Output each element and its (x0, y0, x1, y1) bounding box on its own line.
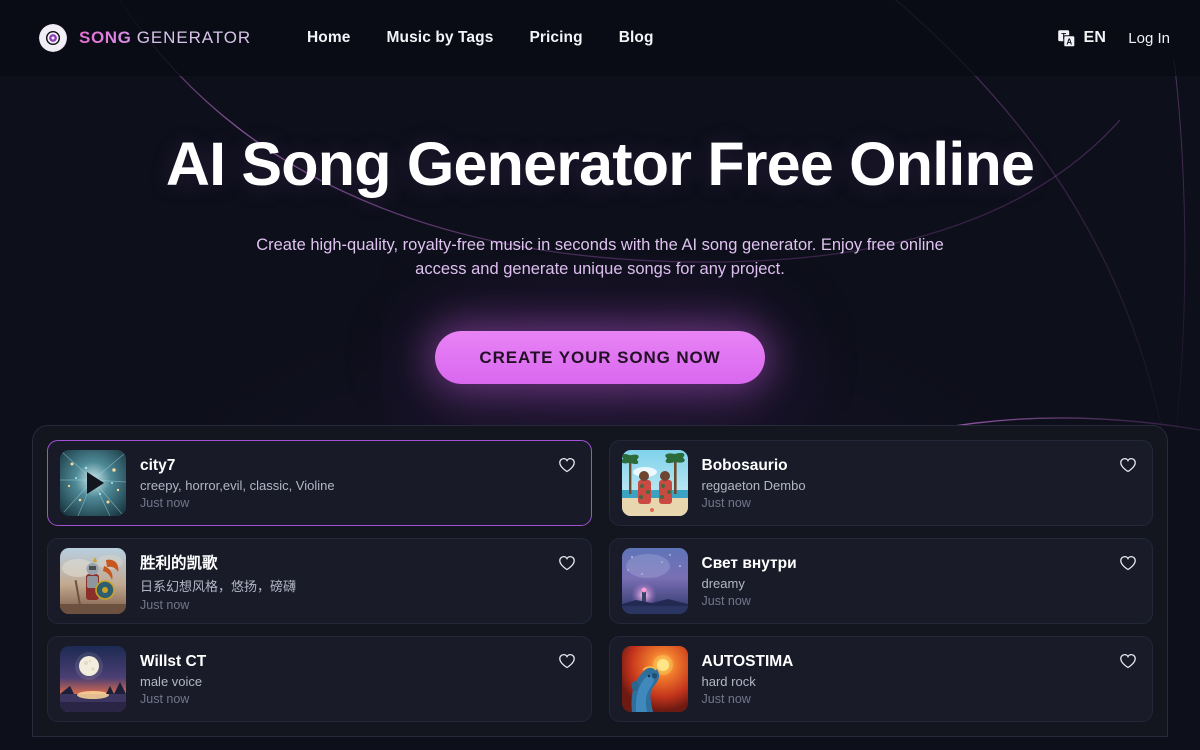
brand-wordmark: SONG GENERATOR (79, 28, 251, 48)
nav-item-blog[interactable]: Blog (619, 29, 654, 47)
song-tags: hard rock (701, 673, 756, 689)
song-tags: reggaeton Dembo (701, 477, 806, 493)
song-info: 胜利的凯歌 日系幻想风格，悠扬，磅礴 Just now (140, 551, 579, 612)
cta-container: CREATE YOUR SONG NOW (0, 331, 1200, 385)
song-info: Bobosaurio reggaeton Dembo Just now (702, 457, 1141, 510)
song-timestamp: Just now (140, 495, 190, 510)
favorite-heart-icon[interactable] (557, 553, 577, 573)
song-timestamp: Just now (701, 691, 751, 706)
song-card[interactable]: city7 creepy, horror,evil, classic, Viol… (47, 440, 592, 527)
page-root: SONG GENERATOR Home Music by Tags Pricin… (0, 0, 1200, 750)
favorite-heart-icon[interactable] (557, 455, 577, 475)
nav-item-home[interactable]: Home (307, 29, 350, 47)
song-card[interactable]: AUTOSTIMA hard rock Just now (608, 636, 1153, 723)
song-thumbnail-beach-palms[interactable] (621, 450, 688, 517)
login-link[interactable]: Log In (1128, 30, 1170, 47)
hero-section: AI Song Generator Free Online Create hig… (0, 76, 1200, 385)
site-header: SONG GENERATOR Home Music by Tags Pricin… (0, 0, 1200, 76)
nav-item-pricing[interactable]: Pricing (529, 29, 582, 47)
nav-item-music-by-tags[interactable]: Music by Tags (386, 29, 493, 47)
song-title: AUTOSTIMA (701, 652, 794, 670)
song-timestamp: Just now (140, 597, 190, 612)
songs-grid: city7 creepy, horror,evil, classic, Viol… (47, 440, 1153, 723)
songs-panel: city7 creepy, horror,evil, classic, Viol… (32, 425, 1168, 738)
favorite-heart-icon[interactable] (1118, 651, 1138, 671)
song-title: Willst CT (140, 652, 207, 670)
song-tags: creepy, horror,evil, classic, Violine (140, 477, 335, 493)
song-tags: dreamy (701, 575, 745, 591)
song-title: Bobosaurio (701, 456, 788, 474)
favorite-heart-icon[interactable] (557, 651, 577, 671)
main-navigation: Home Music by Tags Pricing Blog (307, 29, 654, 47)
song-tags: male voice (140, 673, 203, 689)
song-thumbnail-moon-sunset[interactable] (60, 646, 126, 713)
brand-logo-link[interactable]: SONG GENERATOR (38, 23, 251, 53)
song-title: Свет внутри (701, 554, 797, 572)
song-timestamp: Just now (701, 495, 751, 510)
song-thumbnail-knight-warrior[interactable] (60, 548, 126, 615)
create-song-button[interactable]: CREATE YOUR SONG NOW (435, 331, 765, 385)
hero-subtitle: Create high-quality, royalty-free music … (256, 235, 944, 279)
song-info: city7 creepy, horror,evil, classic, Viol… (140, 457, 579, 510)
song-info: AUTOSTIMA hard rock Just now (702, 653, 1141, 706)
song-tags: 日系幻想风格，悠扬，磅礴 (140, 578, 297, 594)
language-code: EN (1083, 29, 1107, 46)
song-title: city7 (140, 456, 176, 474)
vinyl-disc-icon (38, 23, 68, 53)
language-switcher[interactable]: T A EN (1057, 29, 1106, 48)
song-title: 胜利的凯歌 (140, 554, 218, 572)
song-thumbnail-blue-face-sun[interactable] (621, 646, 688, 713)
favorite-heart-icon[interactable] (1118, 455, 1138, 475)
song-info: Свет внутри dreamy Just now (702, 555, 1141, 608)
play-button[interactable] (60, 450, 126, 516)
header-actions: T A EN Log In (1057, 29, 1170, 48)
song-card[interactable]: 胜利的凯歌 日系幻想风格，悠扬，磅礴 Just now (47, 538, 592, 625)
song-card[interactable]: Свет внутри dreamy Just now (608, 538, 1153, 625)
song-card[interactable]: Bobosaurio reggaeton Dembo Just now (608, 440, 1153, 527)
svg-text:A: A (1067, 37, 1073, 46)
favorite-heart-icon[interactable] (1118, 553, 1138, 573)
song-timestamp: Just now (701, 593, 751, 608)
page-title: AI Song Generator Free Online (165, 130, 1035, 198)
song-info: Willst CT male voice Just now (140, 653, 579, 706)
brand-word-generator: GENERATOR (136, 28, 252, 47)
brand-word-song: SONG (79, 28, 132, 47)
song-thumbnail-starburst-lights[interactable] (60, 450, 126, 517)
song-thumbnail-lighthouse-night[interactable] (621, 548, 688, 615)
translate-icon: T A (1057, 29, 1076, 48)
play-icon (86, 472, 104, 495)
song-timestamp: Just now (140, 691, 190, 706)
song-card[interactable]: Willst CT male voice Just now (47, 636, 592, 723)
